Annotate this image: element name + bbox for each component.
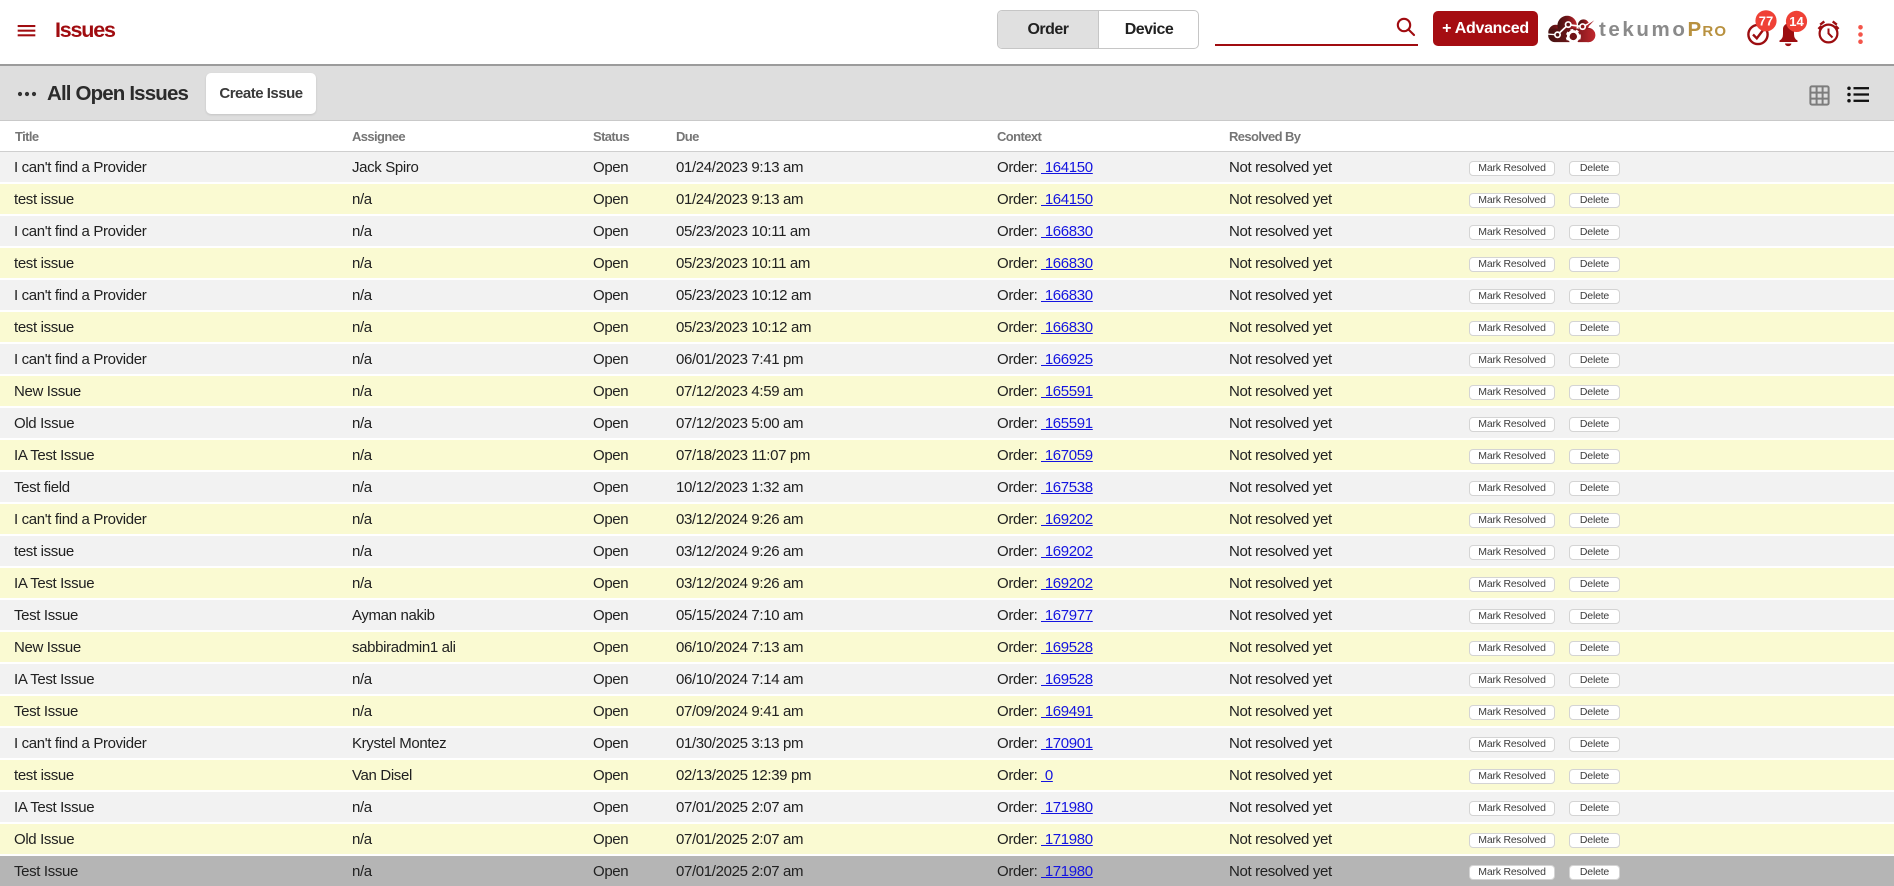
svg-text:77: 77 — [1759, 13, 1773, 28]
svg-text:14: 14 — [1789, 14, 1804, 29]
